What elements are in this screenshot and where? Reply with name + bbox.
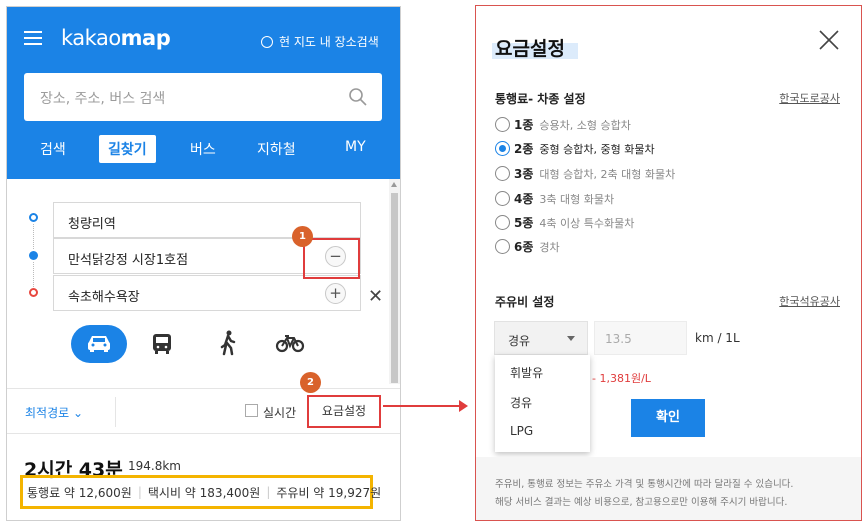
destination-field[interactable]: 속초해수욕장 + bbox=[53, 275, 361, 311]
notice-line-1: 주유비, 통행료 정보는 주유소 가격 및 통행시간에 따라 달라질 수 있습니… bbox=[495, 479, 794, 490]
bus-mode-button[interactable] bbox=[150, 325, 174, 367]
cost-summary: 통행료 약 12,600원 | 택시비 약 183,400원 | 주유비 약 1… bbox=[20, 475, 381, 509]
vehicle-class-3[interactable]: 3종 대형 승합차, 2축 대형 화물차 bbox=[495, 165, 675, 182]
fee-settings-dialog: 요금설정 통행료- 차종 설정 한국도로공사 1종 승용차, 소형 승합차 2종 중… bbox=[475, 5, 862, 521]
car-mode-button[interactable] bbox=[71, 325, 127, 363]
fuel-type-dropdown: 휘발유 경유 LPG bbox=[495, 355, 590, 452]
bike-icon bbox=[275, 335, 305, 353]
toll-section-title: 통행료- 차종 설정 bbox=[495, 92, 586, 106]
confirm-button[interactable]: 확인 bbox=[631, 399, 705, 437]
fuel-option-lpg[interactable]: LPG bbox=[510, 424, 533, 438]
tab-bus[interactable]: 버스 bbox=[190, 139, 216, 159]
tab-subway[interactable]: 지하철 bbox=[257, 139, 296, 159]
best-route-dropdown[interactable]: 최적경로 ⌄ bbox=[25, 404, 83, 421]
add-waypoint-button[interactable]: + bbox=[325, 283, 346, 304]
vehicle-class-2[interactable]: 2종 중형 승합차, 중형 화물차 bbox=[495, 140, 655, 157]
radio-icon bbox=[495, 117, 510, 132]
notice-line-2: 해당 서비스 결과는 예상 비용으로, 참고용으로만 이용해 주시기 바랍니다. bbox=[495, 497, 788, 508]
chevron-down-icon: ⌄ bbox=[73, 406, 84, 420]
vehicle-class-5[interactable]: 5종 4축 이상 특수화물차 bbox=[495, 214, 634, 231]
search-input[interactable]: 장소, 주소, 버스 검색 bbox=[24, 73, 382, 121]
fuel-section-title: 주유비 설정 bbox=[495, 295, 555, 309]
scrollbar[interactable] bbox=[389, 179, 400, 384]
route-summary: 2시간 43분 194.8km 통행료 약 12,600원 | 택시비 약 18… bbox=[7, 435, 400, 520]
search-icon[interactable] bbox=[348, 87, 368, 107]
tab-search[interactable]: 검색 bbox=[40, 139, 66, 159]
vehicle-class-4[interactable]: 4종 3축 대형 화물차 bbox=[495, 190, 614, 207]
fuel-price: - 1,381원/L bbox=[592, 372, 651, 385]
walk-icon bbox=[220, 330, 236, 356]
close-icon[interactable] bbox=[815, 26, 843, 54]
route-options-bar: 최적경로 ⌄ 실시간 요금설정 bbox=[7, 388, 400, 434]
expressway-link[interactable]: 한국도로공사 bbox=[779, 90, 840, 106]
main-tabs: 검색 길찾기 버스 지하철 MY bbox=[7, 135, 400, 169]
vehicle-class-6[interactable]: 6종 경차 bbox=[495, 238, 560, 255]
radio-icon bbox=[261, 35, 273, 48]
fuel-option-diesel[interactable]: 경유 bbox=[510, 394, 532, 411]
radio-icon bbox=[495, 215, 510, 230]
annotation-arrowhead bbox=[459, 400, 468, 412]
annotation-arrow bbox=[383, 405, 463, 407]
knoc-link[interactable]: 한국석유공사 bbox=[779, 293, 840, 309]
step-badge-2: 2 bbox=[300, 372, 321, 393]
realtime-label: 실시간 bbox=[263, 406, 297, 420]
radio-selected-icon bbox=[495, 141, 510, 156]
walk-mode-button[interactable] bbox=[217, 325, 239, 367]
destination-marker-icon bbox=[29, 288, 38, 297]
fee-settings-button[interactable]: 요금설정 bbox=[307, 395, 381, 428]
fuel-option-gasoline[interactable]: 휘발유 bbox=[510, 364, 543, 381]
efficiency-unit: km / 1L bbox=[695, 331, 740, 345]
waypoint-marker-icon bbox=[29, 251, 38, 260]
tab-directions[interactable]: 길찾기 bbox=[99, 135, 156, 163]
route-inputs: 청량리역 만석닭강정 시장1호점 − 속초해수욕장 + ✕ 1 bbox=[7, 179, 400, 394]
step-badge-1: 1 bbox=[292, 226, 313, 247]
dropdown-caret-icon bbox=[567, 336, 575, 341]
realtime-checkbox[interactable] bbox=[245, 404, 258, 417]
fuel-efficiency-input[interactable]: 13.5 bbox=[594, 321, 687, 355]
map-area-search-toggle[interactable]: 현 지도 내 장소검색 bbox=[261, 33, 379, 50]
notice-box: 주유비, 통행료 정보는 주유소 가격 및 통행시간에 따라 달라질 수 있습니… bbox=[476, 457, 861, 520]
fuel-cost: 주유비 약 19,927원 bbox=[276, 485, 382, 500]
highlight-box-1 bbox=[303, 238, 360, 279]
search-placeholder: 장소, 주소, 버스 검색 bbox=[40, 91, 166, 107]
bike-mode-button[interactable] bbox=[275, 325, 305, 367]
radio-icon bbox=[495, 191, 510, 206]
vehicle-class-1[interactable]: 1종 승용차, 소형 승합차 bbox=[495, 116, 631, 133]
clear-route-button[interactable]: ✕ bbox=[368, 286, 383, 307]
menu-icon[interactable] bbox=[24, 31, 42, 45]
taxi-cost: 택시비 약 183,400원 bbox=[147, 485, 261, 500]
dialog-title: 요금설정 bbox=[495, 38, 565, 60]
bus-icon bbox=[153, 334, 171, 354]
kakaomap-logo[interactable]: kakaomap bbox=[61, 26, 171, 50]
fuel-type-select[interactable]: 경유 bbox=[494, 321, 588, 355]
origin-marker-icon bbox=[29, 213, 38, 222]
header: kakaomap 현 지도 내 장소검색 장소, 주소, 버스 검색 검색 길찾… bbox=[7, 7, 400, 179]
origin-field[interactable]: 청량리역 bbox=[53, 202, 361, 238]
distance: 194.8km bbox=[128, 459, 181, 473]
radio-icon bbox=[495, 239, 510, 254]
car-icon bbox=[88, 336, 110, 352]
tab-my[interactable]: MY bbox=[345, 139, 366, 155]
radio-icon bbox=[495, 166, 510, 181]
toll-cost: 통행료 약 12,600원 bbox=[27, 485, 132, 500]
kakaomap-panel: kakaomap 현 지도 내 장소검색 장소, 주소, 버스 검색 검색 길찾… bbox=[6, 6, 401, 521]
